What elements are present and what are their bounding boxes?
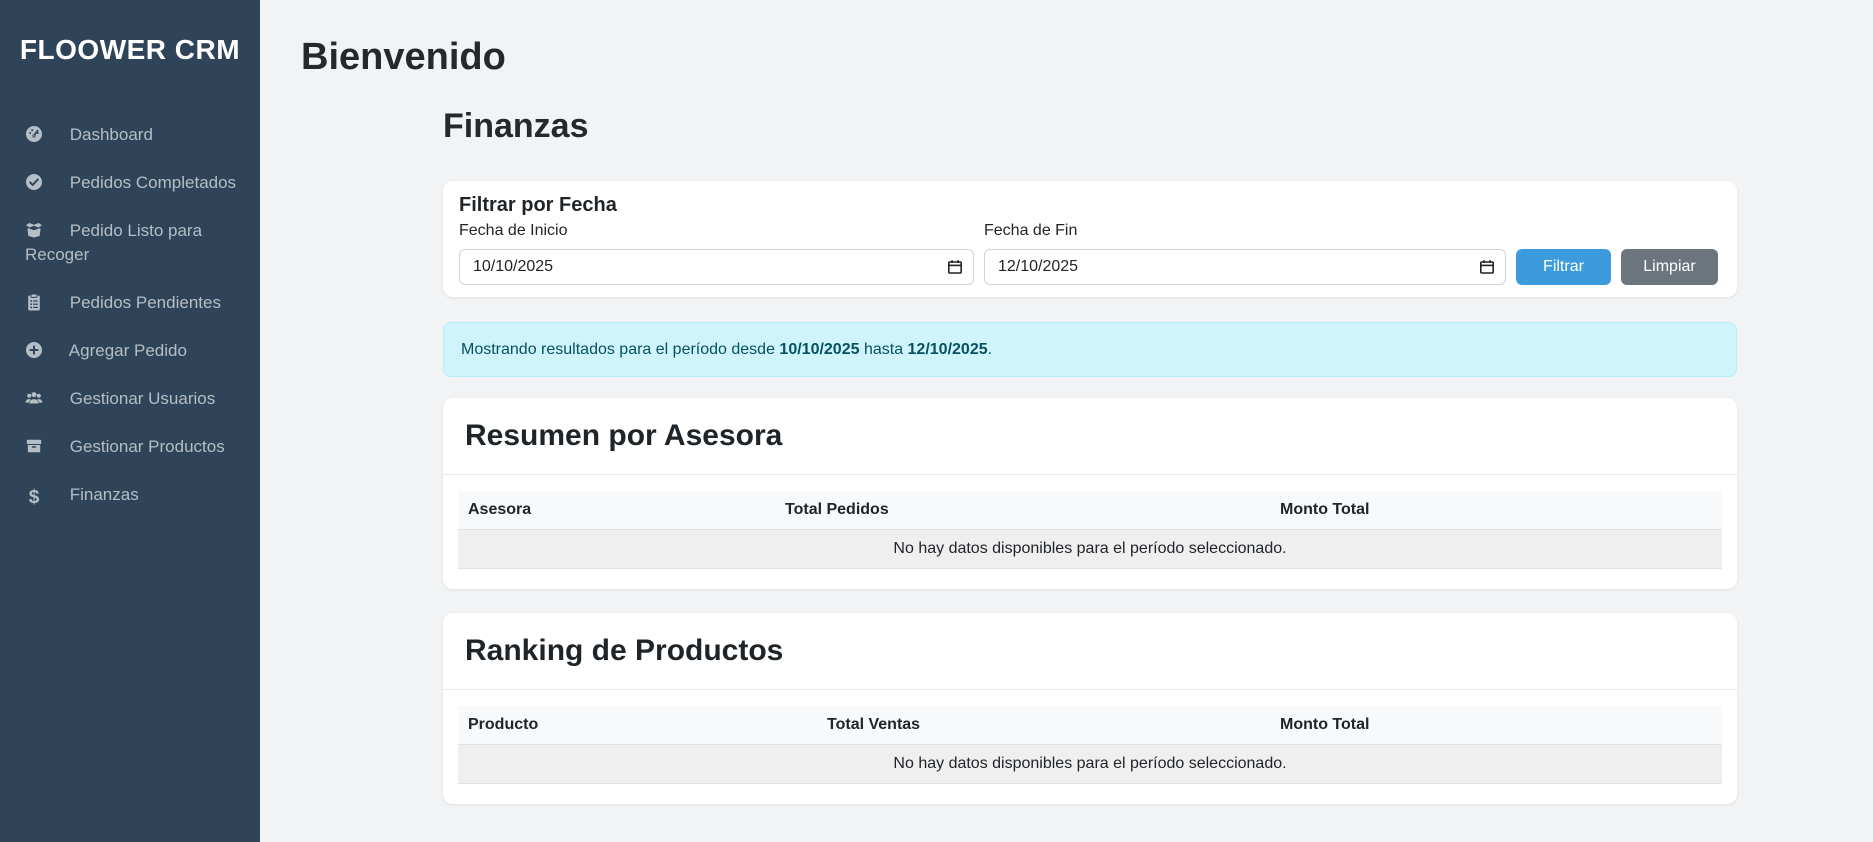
column-header-asesora: Asesora — [458, 491, 775, 530]
sidebar-item-gestionar-productos[interactable]: Gestionar Productos — [0, 423, 260, 471]
results-info-alert: Mostrando resultados para el período des… — [443, 322, 1737, 377]
finanzas-section: Finanzas Filtrar por Fecha Fecha de Inic… — [443, 106, 1737, 828]
card-body: Producto Total Ventas Monto Total No hay… — [443, 690, 1737, 804]
sidebar-item-dashboard[interactable]: Dashboard — [0, 111, 260, 159]
calendar-icon[interactable] — [947, 259, 963, 275]
summary-table: Asesora Total Pedidos Monto Total No hay… — [458, 491, 1722, 569]
plus-circle-icon — [25, 341, 43, 359]
table-row: No hay datos disponibles para el período… — [458, 745, 1722, 784]
box-open-icon — [25, 221, 43, 239]
end-date-label: Fecha de Fin — [984, 221, 1506, 241]
start-date-field: Fecha de Inicio — [459, 221, 974, 285]
table-header-row: Producto Total Ventas Monto Total — [458, 706, 1722, 745]
sidebar-item-label: Gestionar Usuarios — [70, 389, 216, 408]
sidebar-item-pedido-listo[interactable]: Pedido Listo para Recoger — [0, 207, 260, 279]
sidebar-nav: Dashboard Pedidos Completados Pedido Lis… — [0, 111, 260, 519]
date-filter-card: Filtrar por Fecha Fecha de Inicio Fecha … — [443, 181, 1737, 297]
column-header-producto: Producto — [458, 706, 817, 745]
sidebar-item-label: Dashboard — [70, 125, 153, 144]
column-header-monto-total: Monto Total — [1270, 491, 1722, 530]
sidebar: FLOOWER CRM Dashboard Pedidos Completado… — [0, 0, 260, 842]
sidebar-item-pedidos-completados[interactable]: Pedidos Completados — [0, 159, 260, 207]
sidebar-item-label: Finanzas — [70, 485, 139, 504]
empty-state-message: No hay datos disponibles para el período… — [458, 530, 1722, 569]
alert-text-prefix: Mostrando resultados para el período des… — [461, 341, 779, 358]
summary-by-advisor-card: Resumen por Asesora Asesora Total Pedido… — [443, 398, 1737, 589]
start-date-input[interactable] — [459, 249, 974, 285]
filter-title: Filtrar por Fecha — [459, 193, 1721, 217]
card-header: Resumen por Asesora — [443, 398, 1737, 475]
filter-button[interactable]: Filtrar — [1516, 249, 1611, 285]
app-title: FLOOWER CRM — [0, 33, 260, 67]
sidebar-item-label: Gestionar Productos — [70, 437, 225, 456]
clear-button[interactable]: Limpiar — [1621, 249, 1718, 285]
sidebar-item-label: Pedidos Pendientes — [70, 293, 221, 312]
sidebar-item-label: Agregar Pedido — [69, 341, 187, 360]
summary-card-title: Resumen por Asesora — [465, 418, 1715, 454]
product-ranking-card: Ranking de Productos Producto Total Vent… — [443, 613, 1737, 804]
ranking-table: Producto Total Ventas Monto Total No hay… — [458, 706, 1722, 784]
table-row: No hay datos disponibles para el período… — [458, 530, 1722, 569]
sidebar-item-finanzas[interactable]: $ Finanzas — [0, 471, 260, 519]
sidebar-item-pedidos-pendientes[interactable]: Pedidos Pendientes — [0, 279, 260, 327]
sidebar-item-agregar-pedido[interactable]: Agregar Pedido — [0, 327, 260, 375]
column-header-total-ventas: Total Ventas — [817, 706, 1270, 745]
clipboard-list-icon — [25, 293, 43, 311]
end-date-input[interactable] — [984, 249, 1506, 285]
check-circle-icon — [25, 173, 43, 191]
column-header-monto-total: Monto Total — [1270, 706, 1722, 745]
empty-state-message: No hay datos disponibles para el período… — [458, 745, 1722, 784]
page-title: Bienvenido — [301, 33, 506, 81]
users-icon — [25, 389, 43, 407]
ranking-card-title: Ranking de Productos — [465, 633, 1715, 669]
alert-text-middle: hasta — [860, 341, 908, 358]
start-date-label: Fecha de Inicio — [459, 221, 974, 241]
sidebar-item-label: Pedidos Completados — [70, 173, 236, 192]
gauge-icon — [25, 125, 43, 143]
alert-start-date: 10/10/2025 — [779, 341, 859, 358]
card-body: Asesora Total Pedidos Monto Total No hay… — [443, 475, 1737, 589]
card-header: Ranking de Productos — [443, 613, 1737, 690]
box-icon — [25, 437, 43, 455]
finanzas-page: FLOOWER CRM Dashboard Pedidos Completado… — [0, 0, 1873, 842]
section-title: Finanzas — [443, 106, 1737, 146]
sidebar-item-label: Pedido Listo para Recoger — [25, 221, 202, 264]
dollar-icon: $ — [25, 489, 43, 507]
calendar-icon[interactable] — [1479, 259, 1495, 275]
table-header-row: Asesora Total Pedidos Monto Total — [458, 491, 1722, 530]
alert-text-suffix: . — [988, 341, 992, 358]
sidebar-item-gestionar-usuarios[interactable]: Gestionar Usuarios — [0, 375, 260, 423]
filter-row: Fecha de Inicio Fecha de Fin — [459, 221, 1721, 285]
column-header-total-pedidos: Total Pedidos — [775, 491, 1270, 530]
end-date-field: Fecha de Fin — [984, 221, 1506, 285]
alert-end-date: 12/10/2025 — [908, 341, 988, 358]
